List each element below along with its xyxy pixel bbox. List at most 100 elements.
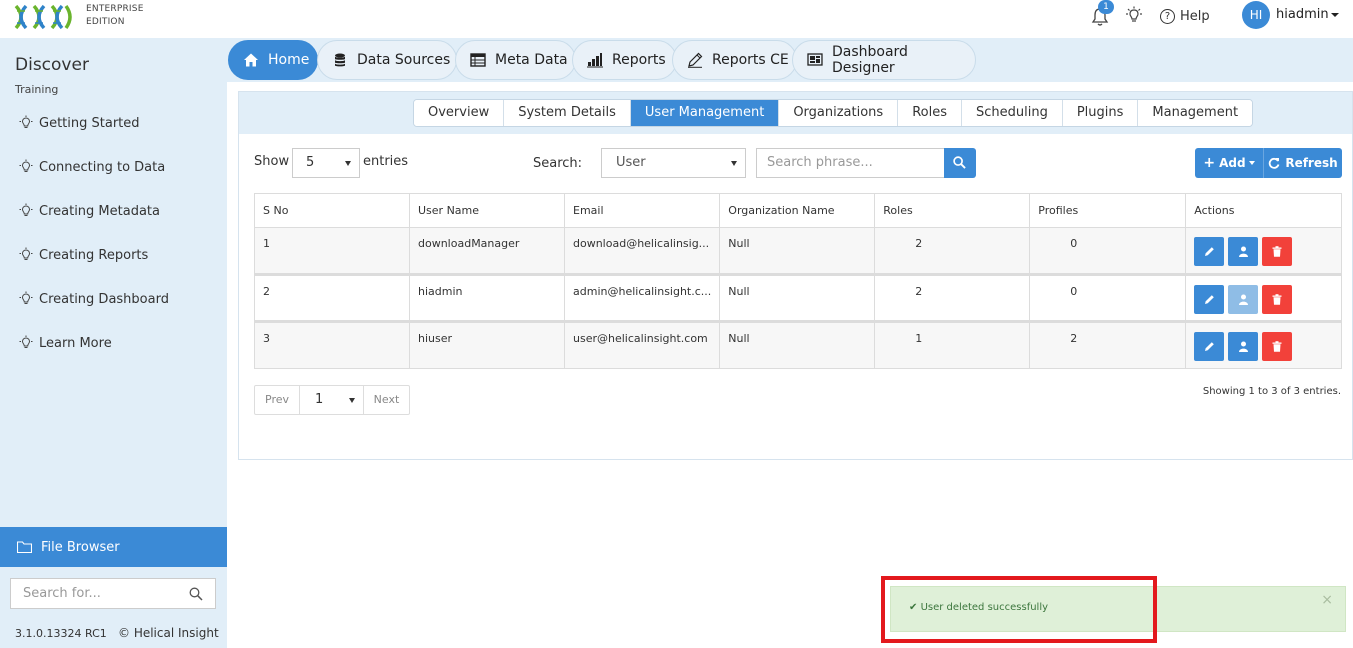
sidebar-item-label: Creating Metadata [39,203,160,219]
add-button[interactable]: + Add [1195,148,1264,178]
avatar[interactable]: HI [1242,1,1270,29]
tab-home[interactable]: Home [228,40,318,80]
sidebar-item-getting-started[interactable]: Getting Started [18,113,140,133]
subtab-management[interactable]: Management [1138,100,1253,126]
user-icon [1238,246,1248,257]
cell-profiles: 2 [1029,320,1187,369]
dropdown-arrow-icon [731,161,737,166]
tab-data-sources[interactable]: Data Sources [317,40,457,80]
column-header-actions: Actions [1185,193,1342,228]
lightbulb-icon [19,203,33,216]
add-label: Add [1219,156,1246,170]
tab-meta-data[interactable]: Meta Data [455,40,576,80]
sidebar-item-label: Learn More [39,335,112,351]
cell-username: downloadManager [409,227,565,275]
helical-logo-icon[interactable] [14,2,74,32]
lightbulb-icon [19,159,33,172]
sidebar-title: Discover [15,55,89,75]
tab-label: Reports CE [712,52,789,68]
delete-button[interactable] [1262,237,1293,266]
refresh-button[interactable]: Refresh [1264,148,1342,178]
user-profile-button[interactable] [1228,332,1259,361]
cell-organization: Null [719,273,876,322]
file-browser-label: File Browser [41,539,120,555]
column-header-profiles[interactable]: Profiles [1029,193,1187,228]
next-page-button[interactable]: Next [364,386,409,414]
plus-icon: + [1203,155,1216,171]
sidebar-item-creating-reports[interactable]: Creating Reports [18,245,148,265]
entries-label: entries [363,154,409,169]
edition-label: ENTERPRISE EDITION [86,3,144,29]
database-icon [335,53,345,67]
tab-label: Dashboard Designer [831,44,908,76]
sidebar-item-connecting-to-data[interactable]: Connecting to Data [18,157,165,177]
subtab-user-management[interactable]: User Management [630,100,780,126]
delete-button[interactable] [1262,285,1293,314]
lightbulb-icon [19,291,33,304]
page-value: 1 [315,392,324,407]
file-browser-button[interactable]: File Browser [0,527,227,567]
sidebar-search-placeholder: Search for... [23,586,101,601]
column-header-roles[interactable]: Roles [874,193,1031,228]
prev-page-button[interactable]: Prev [255,386,300,414]
dashboard-icon [807,53,823,66]
subtab-organizations[interactable]: Organizations [779,100,899,126]
close-icon[interactable]: × [1321,592,1333,608]
edit-button[interactable] [1194,237,1225,266]
edit-button[interactable] [1194,285,1225,314]
cell-username: hiadmin [409,273,565,322]
tab-dashboard-designer[interactable]: Dashboard Designer [792,40,976,80]
entries-summary: Showing 1 to 3 of 3 entries. [1202,386,1341,397]
sub-tab-bar: Overview System Details User Management … [239,92,1352,134]
edit-button[interactable] [1194,332,1225,361]
search-phrase-input[interactable]: Search phrase... [756,148,945,178]
subtab-plugins[interactable]: Plugins [1062,100,1139,126]
sidebar-search-input[interactable]: Search for... [10,578,216,609]
table-row: 2 hiadmin admin@helicalinsight.c... Null… [254,273,1342,322]
page-select[interactable]: 1 [300,386,364,414]
table-header-row: S No User Name Email Organization Name R… [254,193,1342,228]
refresh-icon [1269,157,1280,169]
tab-reports-ce[interactable]: Reports CE [672,40,797,80]
cell-roles: 2 [874,273,1031,322]
delete-button[interactable] [1262,332,1293,361]
subtab-system-details[interactable]: System Details [504,100,631,126]
cell-sno: 1 [254,227,410,275]
subtab-overview[interactable]: Overview [414,100,505,126]
entries-per-page-select[interactable]: 5 [292,148,360,178]
folder-icon [17,541,32,553]
sidebar-item-learn-more[interactable]: Learn More [18,333,112,353]
subtab-scheduling[interactable]: Scheduling [962,100,1063,126]
table-icon [470,53,486,67]
column-header-email[interactable]: Email [563,193,721,228]
pencil-icon [1204,295,1214,304]
cell-roles: 2 [874,227,1031,275]
user-management-panel: Overview System Details User Management … [238,91,1353,460]
sidebar-item-label: Connecting to Data [39,159,166,175]
user-profile-button[interactable] [1228,285,1259,314]
search-icon[interactable] [189,587,203,601]
column-header-sno[interactable]: S No [254,193,410,228]
caret-down-icon [1330,12,1339,17]
column-header-organization[interactable]: Organization Name [719,193,876,228]
user-profile-button[interactable] [1228,237,1259,266]
search-field-select[interactable]: User [601,148,746,178]
users-table: S No User Name Email Organization Name R… [254,193,1342,369]
column-header-user-name[interactable]: User Name [409,193,565,228]
sidebar-item-creating-metadata[interactable]: Creating Metadata [18,201,160,221]
search-button[interactable] [944,148,976,178]
tab-reports[interactable]: Reports [572,40,677,80]
home-icon [244,53,258,67]
sidebar-item-label: Creating Dashboard [39,291,169,307]
user-menu[interactable]: hiadmin [1276,7,1339,22]
sidebar-item-label: Getting Started [39,115,140,131]
username-label: hiadmin [1276,7,1329,22]
tab-label: Reports [612,52,666,68]
help-link[interactable]: ? Help [1160,7,1210,25]
table-row: 3 hiuser user@helicalinsight.com Null 1 … [254,320,1342,369]
lightbulb-icon[interactable] [1124,6,1144,26]
tab-label: Data Sources [357,52,451,68]
copyright-label: © Helical Insight [118,626,219,640]
sidebar-item-creating-dashboard[interactable]: Creating Dashboard [18,289,169,309]
subtab-roles[interactable]: Roles [898,100,962,126]
